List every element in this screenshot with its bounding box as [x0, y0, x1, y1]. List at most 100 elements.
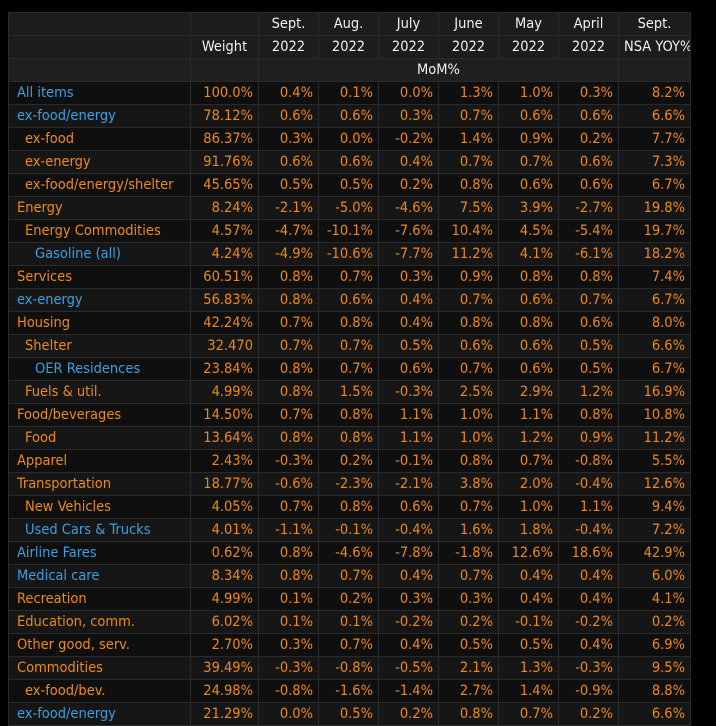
row-mom-value: 0.7% — [319, 358, 379, 381]
row-yoy-value: 6.0% — [619, 565, 691, 588]
row-mom-value: 0.4% — [379, 312, 439, 335]
table-row[interactable]: Used Cars & Trucks4.01%-1.1%-0.1%-0.4%1.… — [9, 519, 691, 542]
table-row[interactable]: ex-food/energy21.29%0.0%0.5%0.2%0.8%0.7%… — [9, 703, 691, 726]
row-yoy-value: 18.2% — [619, 243, 691, 266]
row-mom-value: 0.7% — [439, 289, 499, 312]
row-label: Food — [9, 427, 191, 450]
row-mom-value: 2.0% — [499, 473, 559, 496]
row-mom-value: -2.3% — [319, 473, 379, 496]
row-mom-value: 0.6% — [319, 105, 379, 128]
table-row[interactable]: New Vehicles4.05%0.7%0.8%0.6%0.7%1.0%1.1… — [9, 496, 691, 519]
row-weight: 100.0% — [191, 82, 259, 105]
row-mom-value: 0.0% — [259, 703, 319, 726]
row-label: Housing — [9, 312, 191, 335]
table-row[interactable]: Gasoline (all)4.24%-4.9%-10.6%-7.7%11.2%… — [9, 243, 691, 266]
row-mom-value: -0.4% — [559, 519, 619, 542]
row-mom-value: 0.7% — [259, 335, 319, 358]
table-row[interactable]: OER Residences23.84%0.8%0.7%0.6%0.7%0.6%… — [9, 358, 691, 381]
row-mom-value: -4.6% — [319, 542, 379, 565]
table-row[interactable]: Medical care8.34%0.8%0.7%0.4%0.7%0.4%0.4… — [9, 565, 691, 588]
row-weight: 23.84% — [191, 358, 259, 381]
row-mom-value: -4.6% — [379, 197, 439, 220]
table-row[interactable]: ex-energy56.83%0.8%0.6%0.4%0.7%0.6%0.7%6… — [9, 289, 691, 312]
row-mom-value: -0.1% — [499, 611, 559, 634]
row-mom-value: 0.8% — [259, 427, 319, 450]
row-mom-value: 0.8% — [259, 565, 319, 588]
row-mom-value: 0.7% — [439, 105, 499, 128]
row-mom-value: 0.6% — [559, 105, 619, 128]
row-mom-value: 0.8% — [319, 427, 379, 450]
row-mom-value: 0.7% — [439, 565, 499, 588]
row-mom-value: 0.5% — [379, 335, 439, 358]
row-mom-value: -0.8% — [559, 450, 619, 473]
row-weight: 18.77% — [191, 473, 259, 496]
table-row[interactable]: ex-food/energy78.12%0.6%0.6%0.3%0.7%0.6%… — [9, 105, 691, 128]
row-mom-value: 0.5% — [499, 634, 559, 657]
row-mom-value: 1.0% — [439, 404, 499, 427]
row-yoy-value: 7.3% — [619, 151, 691, 174]
row-mom-value: 0.7% — [259, 404, 319, 427]
row-mom-value: 0.8% — [259, 266, 319, 289]
row-label: ex-food/bev. — [9, 680, 191, 703]
row-label: Apparel — [9, 450, 191, 473]
table-row[interactable]: ex-energy91.76%0.6%0.6%0.4%0.7%0.7%0.6%7… — [9, 151, 691, 174]
header-row-year: Weight 2022 2022 2022 2022 2022 2022 NSA… — [9, 36, 691, 59]
header-month-may: May — [499, 13, 559, 36]
row-mom-value: 0.4% — [559, 588, 619, 611]
row-mom-value: 3.9% — [499, 197, 559, 220]
row-label: Commodities — [9, 657, 191, 680]
header-month-july: July — [379, 13, 439, 36]
row-mom-value: 0.5% — [559, 335, 619, 358]
table-row[interactable]: Fuels & util.4.99%0.8%1.5%-0.3%2.5%2.9%1… — [9, 381, 691, 404]
header-row-month: Sept. Aug. July June May April Sept. — [9, 13, 691, 36]
row-yoy-value: 6.7% — [619, 358, 691, 381]
row-label: Fuels & util. — [9, 381, 191, 404]
row-mom-value: 1.1% — [499, 404, 559, 427]
table-row[interactable]: Housing42.24%0.7%0.8%0.4%0.8%0.8%0.6%8.0… — [9, 312, 691, 335]
row-mom-value: 18.6% — [559, 542, 619, 565]
row-yoy-value: 7.2% — [619, 519, 691, 542]
table-row[interactable]: Transportation18.77%-0.6%-2.3%-2.1%3.8%2… — [9, 473, 691, 496]
row-weight: 4.99% — [191, 588, 259, 611]
table-row[interactable]: Energy Commodities4.57%-4.7%-10.1%-7.6%1… — [9, 220, 691, 243]
table-row[interactable]: Airline Fares0.62%0.8%-4.6%-7.8%-1.8%12.… — [9, 542, 691, 565]
table-row[interactable]: ex-food/bev.24.98%-0.8%-1.6%-1.4%2.7%1.4… — [9, 680, 691, 703]
row-mom-value: -4.9% — [259, 243, 319, 266]
row-mom-value: 1.1% — [379, 427, 439, 450]
row-mom-value: -0.3% — [559, 657, 619, 680]
table-row[interactable]: ex-food/energy/shelter45.65%0.5%0.5%0.2%… — [9, 174, 691, 197]
row-mom-value: -10.6% — [319, 243, 379, 266]
row-mom-value: -0.1% — [319, 519, 379, 542]
header-year-may: 2022 — [499, 36, 559, 59]
table-row[interactable]: Education, comm.6.02%0.1%0.1%-0.2%0.2%-0… — [9, 611, 691, 634]
row-weight: 0.62% — [191, 542, 259, 565]
row-yoy-value: 42.9% — [619, 542, 691, 565]
header-blank-weight — [191, 13, 259, 36]
row-weight: 86.37% — [191, 128, 259, 151]
header-blank-label — [9, 13, 191, 36]
table-row[interactable]: Energy8.24%-2.1%-5.0%-4.6%7.5%3.9%-2.7%1… — [9, 197, 691, 220]
row-mom-value: 1.2% — [559, 381, 619, 404]
row-mom-value: 0.7% — [439, 358, 499, 381]
row-yoy-value: 8.0% — [619, 312, 691, 335]
row-mom-value: 0.4% — [559, 565, 619, 588]
row-mom-value: 0.2% — [319, 450, 379, 473]
table-row[interactable]: Shelter32.4700.7%0.7%0.5%0.6%0.6%0.5%6.6… — [9, 335, 691, 358]
table-row[interactable]: Other good, serv.2.70%0.3%0.7%0.4%0.5%0.… — [9, 634, 691, 657]
table-row[interactable]: Food/beverages14.50%0.7%0.8%1.1%1.0%1.1%… — [9, 404, 691, 427]
table-row[interactable]: Services60.51%0.8%0.7%0.3%0.9%0.8%0.8%7.… — [9, 266, 691, 289]
table-row[interactable]: All items100.0%0.4%0.1%0.0%1.3%1.0%0.3%8… — [9, 82, 691, 105]
row-mom-value: 0.6% — [319, 289, 379, 312]
table-row[interactable]: ex-food86.37%0.3%0.0%-0.2%1.4%0.9%0.2%7.… — [9, 128, 691, 151]
row-label: Transportation — [9, 473, 191, 496]
table-row[interactable]: Apparel2.43%-0.3%0.2%-0.1%0.8%0.7%-0.8%5… — [9, 450, 691, 473]
row-mom-value: -0.4% — [379, 519, 439, 542]
header-month-april: April — [559, 13, 619, 36]
header-month-sept: Sept. — [259, 13, 319, 36]
row-weight: 24.98% — [191, 680, 259, 703]
table-row[interactable]: Food13.64%0.8%0.8%1.1%1.0%1.2%0.9%11.2% — [9, 427, 691, 450]
row-mom-value: 0.6% — [379, 496, 439, 519]
table-row[interactable]: Recreation4.99%0.1%0.2%0.3%0.3%0.4%0.4%4… — [9, 588, 691, 611]
row-weight: 13.64% — [191, 427, 259, 450]
table-row[interactable]: Commodities39.49%-0.3%-0.8%-0.5%2.1%1.3%… — [9, 657, 691, 680]
